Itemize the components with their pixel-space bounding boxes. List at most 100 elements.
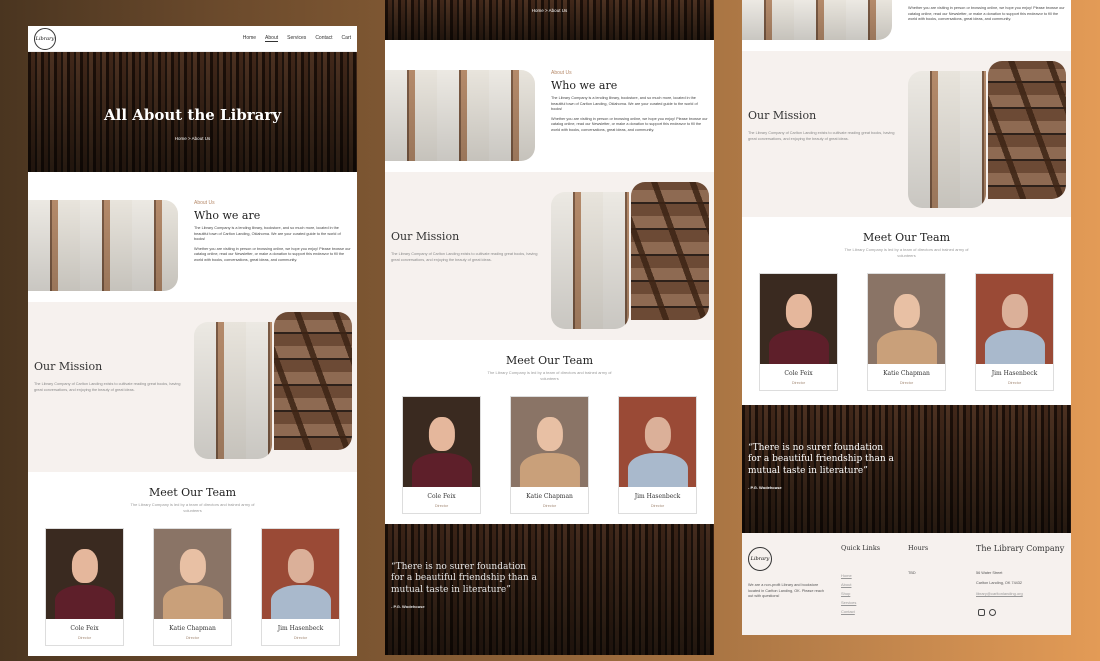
address-line-2: Carlton Landing, OK 74432 [976,581,1023,585]
mission-section: Our Mission The Library Company of Carlt… [742,51,1071,217]
member-name: Katie Chapman [169,625,216,633]
footer-link-shop[interactable]: Shop [841,591,850,596]
member-role: Director [650,504,665,509]
about-title: Who we are [551,79,618,92]
mission-title: Our Mission [748,109,817,122]
member-name: Jim Hasenbeck [991,370,1038,378]
mission-text: The Library Company of Carlton Landing e… [34,382,181,392]
portrait-jim [619,397,696,488]
quote-author: - P.G. Wodehouse [391,604,425,609]
mission-image-2 [274,312,352,450]
footer-link-services[interactable]: Services [841,600,856,605]
team-title: Meet Our Team [148,486,237,499]
team-card-cole[interactable]: Cole Feix Director [45,528,124,647]
team-subtitle: The Library Company is led by a team of … [844,247,969,258]
nav-item-home[interactable]: Home [243,35,256,42]
member-role: Director [185,636,200,641]
team-card-jim[interactable]: Jim Hasenbeck Director [618,396,697,515]
about-image [28,200,178,291]
team-card-katie[interactable]: Katie Chapman Director [510,396,589,515]
footer-link-home[interactable]: Home [841,573,852,578]
member-role: Director [1007,381,1022,386]
portrait-katie [154,529,231,620]
portrait-cole [403,397,480,488]
mission-text: The Library Company of Carlton Landing e… [748,131,895,141]
hero-banner: All About the Library Home > About Us [28,52,357,172]
mission-image-1 [551,192,629,329]
member-role: Director [77,636,92,641]
quote-section: “There is no surer foundation for a beau… [742,405,1071,533]
library-logo[interactable]: Library [34,27,56,50]
member-name: Cole Feix [427,493,456,501]
portrait-jim [262,529,339,620]
portrait-katie [868,274,945,365]
nav-item-about[interactable]: About [265,35,279,42]
hero-title: All About the Library [103,106,282,124]
about-image [385,70,535,161]
footer-logo[interactable]: Library [748,547,772,571]
nav-item-cart[interactable]: Cart [342,35,351,42]
about-image [742,0,892,40]
about-paragraph-1: The Library Company is a lending library… [194,226,341,241]
mission-image-1 [908,71,986,208]
logo-text: Library [750,556,770,562]
mission-title: Our Mission [34,360,103,373]
team-subtitle: The Library Company is led by a team of … [487,370,612,381]
nav-item-services[interactable]: Services [287,35,306,42]
footer-link-about[interactable]: About [841,582,851,587]
team-card-cole[interactable]: Cole Feix Director [759,273,838,392]
page-preview-middle: Home > About Us About Us Who we are The … [385,0,714,655]
member-role: Director [791,381,806,386]
mission-section: Our Mission The Library Company of Carlt… [385,172,714,340]
logo-text: Library [35,35,55,42]
member-name: Katie Chapman [526,493,573,501]
footer-email-link[interactable]: library@carltonlanding.org [976,591,1023,596]
about-eyebrow: About Us [551,70,572,76]
member-role: Director [293,636,308,641]
hours-title: Hours [908,544,929,552]
about-paragraph-1: The Library Company is a lending library… [551,96,698,111]
page-preview-right: Whether you are visiting in person or br… [742,0,1071,635]
team-title: Meet Our Team [862,231,951,244]
mission-image-2 [988,61,1066,199]
quote-section: “There is no surer foundation for a beau… [385,524,714,655]
team-card-jim[interactable]: Jim Hasenbeck Director [975,273,1054,392]
team-card-jim[interactable]: Jim Hasenbeck Director [261,528,340,647]
member-name: Jim Hasenbeck [277,625,324,633]
quote-text: “There is no surer foundation for a beau… [391,562,537,595]
company-title: The Library Company [976,544,1065,553]
instagram-icon[interactable] [978,609,985,616]
mission-title: Our Mission [391,230,460,243]
mission-section: Our Mission The Library Company of Carlt… [28,302,357,472]
team-card-katie[interactable]: Katie Chapman Director [867,273,946,392]
hero-banner-bottom: Home > About Us [385,0,714,40]
nav-item-contact[interactable]: Contact [315,35,332,42]
mission-image-1 [194,322,272,459]
quick-links-title: Quick Links [841,544,881,552]
about-eyebrow: About Us [194,200,215,206]
member-name: Katie Chapman [883,370,930,378]
team-title: Meet Our Team [505,354,594,367]
member-name: Cole Feix [70,625,99,633]
address-line-1: 56 Water Street [976,571,1003,575]
hours-text: TBD [908,571,916,575]
breadcrumb[interactable]: Home > About Us [385,8,714,13]
member-role: Director [899,381,914,386]
mission-text: The Library Company of Carlton Landing e… [391,252,538,262]
team-subtitle: The Library Company is led by a team of … [130,502,255,513]
footer-link-contact[interactable]: Contact [841,609,855,614]
mission-image-2 [631,182,709,320]
navbar: Library Home About Services Contact Cart [28,26,357,52]
about-paragraph-2: Whether you are visiting in person or br… [194,246,351,262]
breadcrumb[interactable]: Home > About Us [28,136,357,141]
member-role: Director [542,504,557,509]
page-preview-left: Library Home About Services Contact Cart… [28,26,357,656]
link-icon[interactable] [989,609,996,616]
about-paragraph-2: Whether you are visiting in person or br… [908,6,1065,21]
team-card-cole[interactable]: Cole Feix Director [402,396,481,515]
portrait-cole [760,274,837,365]
member-name: Jim Hasenbeck [634,493,681,501]
portrait-cole [46,529,123,620]
team-card-katie[interactable]: Katie Chapman Director [153,528,232,647]
portrait-katie [511,397,588,488]
